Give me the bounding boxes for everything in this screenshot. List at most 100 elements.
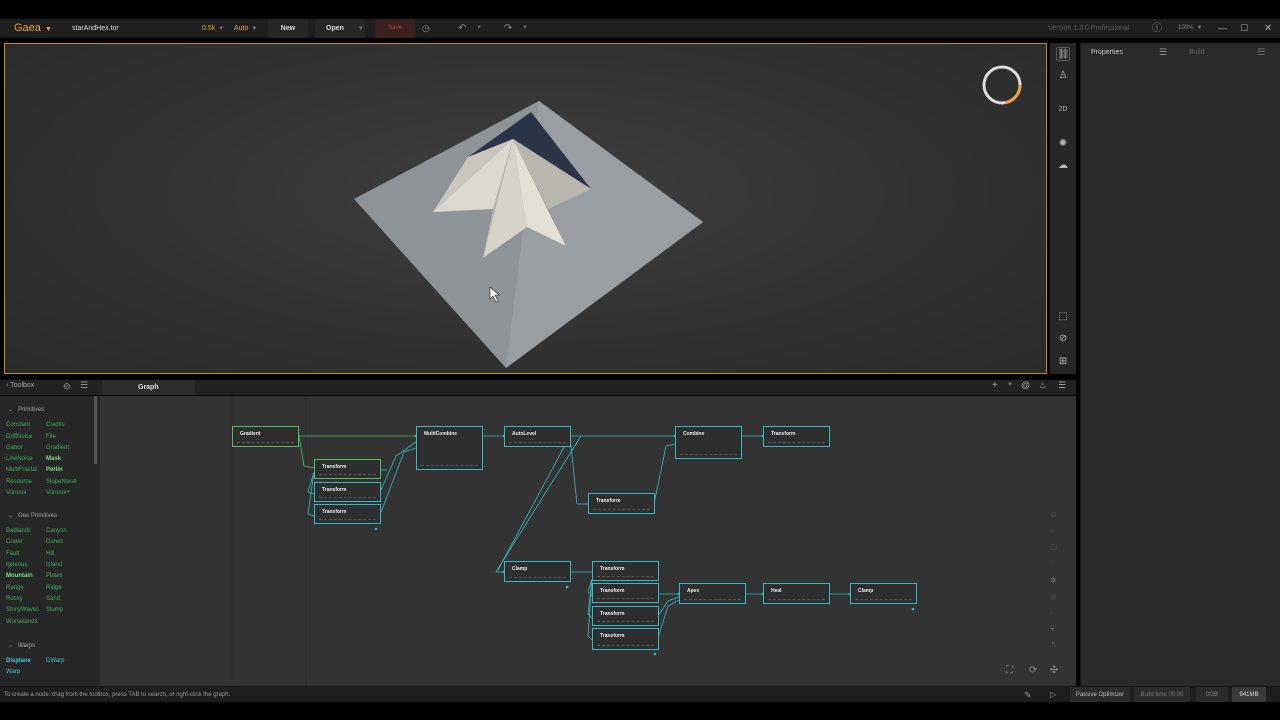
list-item[interactable]: Worselands [6,619,38,625]
node-transform[interactable]: Transform [314,482,381,502]
play-icon[interactable]: ▷ [1050,687,1056,703]
grid-icon[interactable]: ⊞ [1056,355,1070,369]
list-item[interactable]: LineNoise [6,456,33,462]
node-autolevel[interactable]: AutoLevel [504,426,571,447]
app-menu-button[interactable]: Gaea ▼ [14,19,52,38]
at-icon[interactable]: @ [1021,380,1030,390]
passive-optimizer-button[interactable]: Passive Optimizer [1070,687,1130,703]
auto-build-select[interactable]: Auto ▼ [234,19,257,38]
list-item[interactable]: Range [6,585,24,591]
list-item[interactable]: Voronoi+ [46,490,70,496]
list-item[interactable]: Cracks [46,422,65,428]
undo-icon[interactable]: ↶ [458,19,466,38]
link-icon[interactable]: ⊘ [1050,592,1057,601]
gear-icon[interactable]: ✲ [1050,576,1057,585]
node-transform[interactable]: Transform [588,493,655,514]
list-item[interactable]: Canyon [46,528,67,534]
list-item[interactable]: Sand [46,596,60,602]
fire-icon[interactable]: ♨ [1039,380,1047,391]
open-button[interactable]: Open ▼ [315,19,365,38]
list-item[interactable]: MultiFractal [6,467,37,473]
zoom-select[interactable]: 100% ▼ [1178,19,1202,38]
list-item[interactable]: Fault [6,551,19,557]
help-icon[interactable]: ⓘ [1152,19,1162,38]
save-button[interactable]: Save [375,19,415,38]
node-transform[interactable]: Transform [592,628,659,650]
frame-icon[interactable]: ⬚ [1056,310,1070,324]
compass-icon[interactable]: ⊘ [1056,332,1070,346]
node-clamp[interactable]: Clamp [850,583,917,604]
node-gradient[interactable]: Gradient [232,426,299,447]
branch-icon[interactable]: ⑂ [1050,624,1055,633]
menu-icon[interactable]: ☰ [1257,47,1265,58]
toolbox-header[interactable]: ‹ Toolbox [6,382,34,389]
list-item[interactable]: DriftNoise [6,434,32,440]
list-item[interactable]: Igneous [6,562,27,568]
view-2d-icon[interactable]: 2D [1056,103,1070,117]
fit-view-icon[interactable]: ⛶ [1006,665,1013,676]
node-transform[interactable]: Transform [314,504,381,524]
arrow-icon[interactable]: ↰ [1050,640,1057,649]
tab-graph[interactable]: Graph [102,380,195,395]
timer-icon[interactable]: ◌ [1050,558,1055,567]
node-clamp[interactable]: Clamp [504,561,571,582]
node-multicombine[interactable]: MultiCombine [416,426,483,470]
menu-icon[interactable]: ☰ [1058,380,1066,391]
list-item[interactable]: Gradient [46,445,69,451]
graph-canvas[interactable]: Gradient Transform Transform Transform M… [100,396,1076,686]
dots-icon[interactable]: ◦ [1050,608,1053,617]
link-icon[interactable]: ⛓ [1056,47,1070,61]
section-warps[interactable]: ⌄ Warps [8,642,35,649]
menu-icon[interactable]: ☰ [80,380,88,391]
sun-icon[interactable]: ✺ [1056,137,1070,151]
chevron-down-icon[interactable]: ▼ [1007,382,1013,388]
section-primitives[interactable]: ⌄ Primitives [8,406,44,413]
node-transform[interactable]: Transform [763,426,830,447]
list-item[interactable]: Rocky [6,596,23,602]
toggle-icon[interactable]: ⊖ [63,381,71,392]
chevron-down-icon[interactable]: ▼ [522,19,528,38]
close-icon[interactable]: ✕ [1264,19,1272,38]
chevron-down-icon[interactable]: ▼ [476,19,482,38]
history-icon[interactable]: ◷ [422,19,430,38]
node-combine[interactable]: Combine [675,426,742,459]
node-apex[interactable]: Apex [679,583,746,604]
list-item[interactable]: Dunes [46,539,63,545]
menu-icon[interactable]: ☰ [1159,47,1167,58]
list-item[interactable]: File [46,434,56,440]
list-item[interactable]: Ridge [46,585,62,591]
list-item[interactable]: Mask [46,456,61,462]
layout-icon[interactable]: ✣ [1050,665,1058,676]
list-item[interactable]: Crater [6,539,23,545]
list-item[interactable]: Gabor [6,445,23,451]
list-item[interactable]: Displace [6,658,31,664]
build-tab[interactable]: Build [1189,49,1205,56]
node-transform[interactable]: Transform [592,561,659,581]
list-item[interactable]: DWarp [46,658,64,664]
node-transform[interactable]: Transform [592,606,659,626]
node-transform[interactable]: Transform [314,459,381,479]
list-item[interactable]: Constant [6,422,30,428]
list-item[interactable]: Plates [46,573,63,579]
list-item[interactable]: Island [46,562,62,568]
section-geo-primitives[interactable]: ⌄ Geo Primitives [8,512,57,519]
pencil-icon[interactable]: ✎ [1024,687,1032,703]
list-item[interactable]: SlopeNoise [46,479,77,485]
cloud-icon[interactable]: ☁ [1056,159,1070,173]
node-transform[interactable]: Transform [592,583,659,603]
list-item[interactable]: Warp [6,669,20,675]
add-icon[interactable]: + [992,380,998,391]
viewport-3d[interactable] [4,43,1047,374]
list-item[interactable]: ShinyWaves [6,607,39,613]
maximize-icon[interactable]: ☐ [1240,19,1248,38]
check-icon[interactable]: ⊘ [1050,510,1057,519]
node-heal[interactable]: Heal [763,583,830,604]
properties-tab[interactable]: Properties [1091,49,1123,56]
circle-icon[interactable]: ○ [1050,526,1055,535]
list-item[interactable]: Slump [46,607,63,613]
resolution-select[interactable]: 0.5k ▼ [202,19,224,38]
list-item[interactable]: Resource [6,479,32,485]
list-item[interactable]: Hill [46,551,54,557]
minimize-icon[interactable]: — [1218,19,1227,38]
list-item[interactable]: Mountain [6,573,33,579]
